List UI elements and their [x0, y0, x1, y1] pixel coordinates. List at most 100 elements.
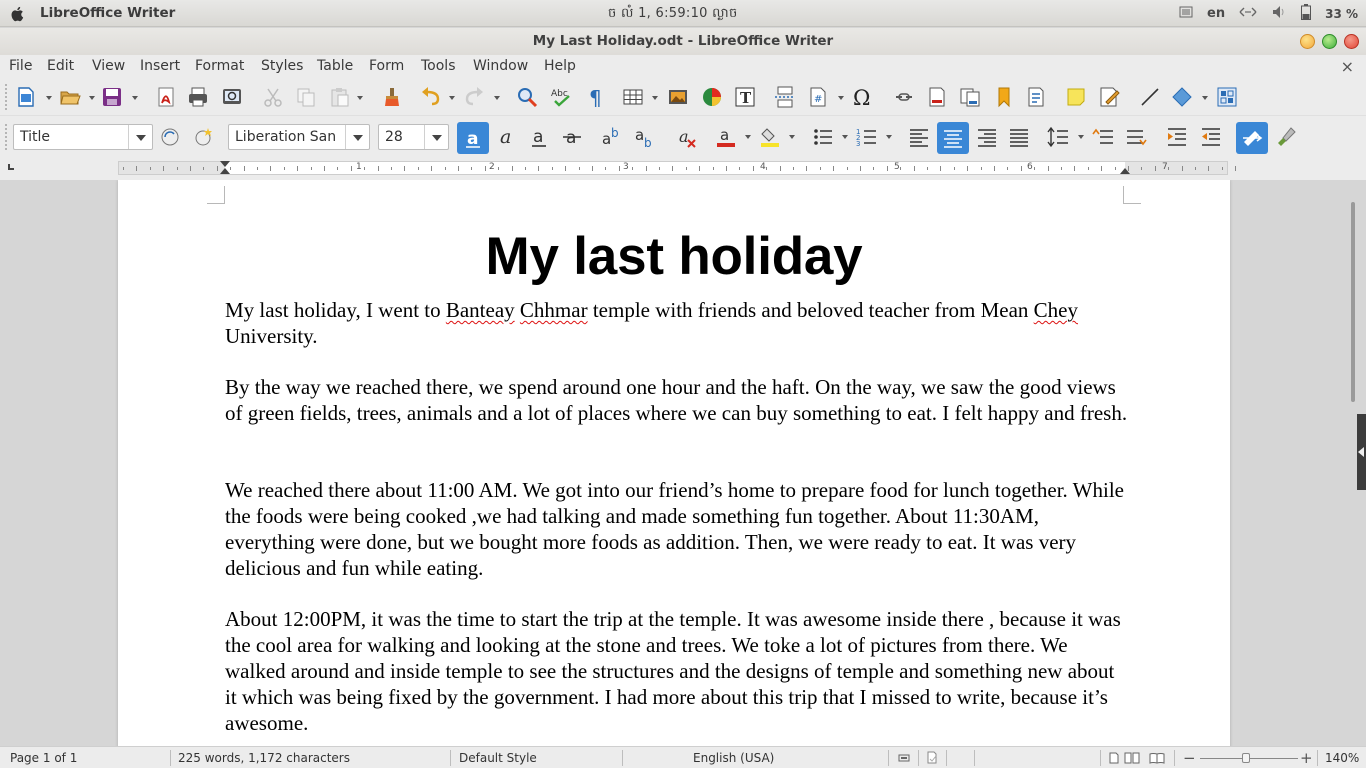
font-size-combo[interactable]: 28	[378, 124, 449, 150]
book-view-icon[interactable]	[1149, 752, 1165, 767]
tab-stop-selector-icon[interactable]	[8, 164, 14, 170]
align-center-icon[interactable]	[937, 122, 969, 154]
paragraph-4[interactable]: About 12:00PM, it was the time to start …	[225, 606, 1130, 736]
sidebar-expand-button[interactable]	[1357, 414, 1366, 490]
export-pdf-icon[interactable]	[154, 85, 178, 109]
misspelled-word[interactable]: Banteay	[446, 298, 515, 322]
special-character-icon[interactable]: Ω	[851, 85, 875, 109]
spellcheck-icon[interactable]: Abc	[549, 85, 573, 109]
clone-formatting-icon[interactable]	[380, 85, 404, 109]
multi-page-view-icon[interactable]	[1124, 752, 1140, 767]
menu-table[interactable]: Table	[317, 58, 353, 74]
redo-icon[interactable]	[462, 85, 486, 109]
align-right-icon[interactable]	[975, 125, 999, 149]
underline-icon[interactable]: a	[527, 125, 551, 149]
keyboard-menu-icon[interactable]	[1179, 5, 1193, 23]
decrease-indent-icon[interactable]	[1199, 125, 1223, 149]
zoom-in-icon[interactable]: +	[1300, 749, 1313, 767]
comment-icon[interactable]	[1064, 85, 1088, 109]
sidebar-toggle-icon[interactable]	[1236, 122, 1268, 154]
bold-icon[interactable]: a	[457, 122, 489, 154]
paragraph-1[interactable]: My last holiday, I went to Banteay Chhma…	[225, 297, 1130, 349]
update-style-icon[interactable]	[158, 125, 182, 149]
highlight-icon[interactable]	[758, 125, 782, 149]
increase-paragraph-spacing-icon[interactable]	[1091, 125, 1115, 149]
increase-indent-icon[interactable]	[1165, 125, 1189, 149]
track-changes-icon[interactable]	[1097, 85, 1121, 109]
endnote-icon[interactable]	[958, 85, 982, 109]
toolbar-grip[interactable]	[5, 124, 8, 150]
print-icon[interactable]	[186, 85, 210, 109]
document-page[interactable]: My last holiday My last holiday, I went …	[118, 180, 1230, 746]
insert-field-icon[interactable]: #	[806, 85, 830, 109]
bookmark-icon[interactable]	[992, 85, 1016, 109]
menu-format[interactable]: Format	[195, 58, 244, 74]
table-dropdown-icon[interactable]	[652, 96, 658, 100]
maximize-button[interactable]	[1322, 34, 1337, 49]
undo-icon[interactable]	[419, 85, 443, 109]
menu-window[interactable]: Window	[473, 58, 528, 74]
paste-dropdown-icon[interactable]	[357, 96, 363, 100]
network-icon[interactable]	[1239, 6, 1257, 22]
save-icon[interactable]	[100, 85, 124, 109]
line-spacing-dropdown-icon[interactable]	[1078, 135, 1084, 139]
page-count[interactable]: Page 1 of 1	[10, 751, 77, 765]
find-replace-icon[interactable]	[515, 85, 539, 109]
line-spacing-icon[interactable]	[1046, 125, 1070, 149]
misspelled-word[interactable]: Chey	[1034, 298, 1078, 322]
font-color-dropdown-icon[interactable]	[745, 135, 751, 139]
paragraph-3[interactable]: We reached there about 11:00 AM. We got …	[225, 477, 1130, 581]
insert-table-icon[interactable]	[621, 85, 645, 109]
new-dropdown-icon[interactable]	[46, 96, 52, 100]
document-title[interactable]: My last holiday	[118, 226, 1230, 287]
numbering-icon[interactable]: 123	[855, 125, 879, 149]
word-count[interactable]: 225 words, 1,172 characters	[178, 751, 350, 765]
highlight-dropdown-icon[interactable]	[789, 135, 795, 139]
vertical-scrollbar[interactable]	[1350, 180, 1356, 746]
menu-view[interactable]: View	[92, 58, 125, 74]
zoom-out-icon[interactable]: −	[1183, 749, 1196, 767]
font-name-combo[interactable]: Liberation San	[228, 124, 370, 150]
clear-formatting-icon[interactable]: a	[675, 125, 699, 149]
cut-icon[interactable]	[261, 85, 285, 109]
save-dropdown-icon[interactable]	[132, 96, 138, 100]
cross-reference-icon[interactable]	[1024, 85, 1048, 109]
draw-functions-icon[interactable]	[1215, 85, 1239, 109]
menu-styles[interactable]: Styles	[261, 58, 303, 74]
text-language[interactable]: English (USA)	[693, 751, 774, 765]
battery-icon[interactable]	[1301, 3, 1312, 24]
close-document-button[interactable]: ×	[1341, 57, 1354, 76]
toolbar-grip[interactable]	[5, 84, 8, 110]
footnote-icon[interactable]	[925, 85, 949, 109]
hyperlink-icon[interactable]	[892, 85, 916, 109]
paste-icon[interactable]	[328, 85, 352, 109]
new-document-icon[interactable]	[14, 85, 38, 109]
volume-icon[interactable]	[1271, 5, 1287, 23]
document-area[interactable]: My last holiday My last holiday, I went …	[0, 180, 1366, 746]
insert-mode-icon[interactable]	[898, 752, 910, 767]
numbering-dropdown-icon[interactable]	[886, 135, 892, 139]
zoom-slider-knob[interactable]	[1242, 753, 1251, 763]
chevron-down-icon[interactable]	[128, 125, 152, 149]
menu-edit[interactable]: Edit	[47, 58, 74, 74]
font-color-icon[interactable]: a	[714, 125, 738, 149]
first-line-indent-marker[interactable]	[220, 161, 230, 167]
strikethrough-icon[interactable]: a	[560, 125, 584, 149]
minimize-button[interactable]	[1300, 34, 1315, 49]
menu-insert[interactable]: Insert	[140, 58, 180, 74]
horizontal-ruler[interactable]: 1 2 3 4 5 6 7	[118, 161, 1237, 175]
paragraph-style-combo[interactable]: Title	[13, 124, 153, 150]
page-style[interactable]: Default Style	[459, 751, 537, 765]
chevron-down-icon[interactable]	[345, 125, 369, 149]
open-dropdown-icon[interactable]	[89, 96, 95, 100]
close-window-button[interactable]	[1344, 34, 1359, 49]
bullets-dropdown-icon[interactable]	[842, 135, 848, 139]
decrease-paragraph-spacing-icon[interactable]	[1124, 125, 1148, 149]
shapes-dropdown-icon[interactable]	[1202, 96, 1208, 100]
italic-icon[interactable]: a	[495, 125, 519, 149]
left-indent-marker[interactable]	[220, 168, 230, 174]
copy-icon[interactable]	[294, 85, 318, 109]
align-left-icon[interactable]	[907, 125, 931, 149]
system-clock[interactable]: ច លំ 1, 6:59:10 ល្ងាច	[608, 5, 738, 24]
print-preview-icon[interactable]	[220, 85, 244, 109]
